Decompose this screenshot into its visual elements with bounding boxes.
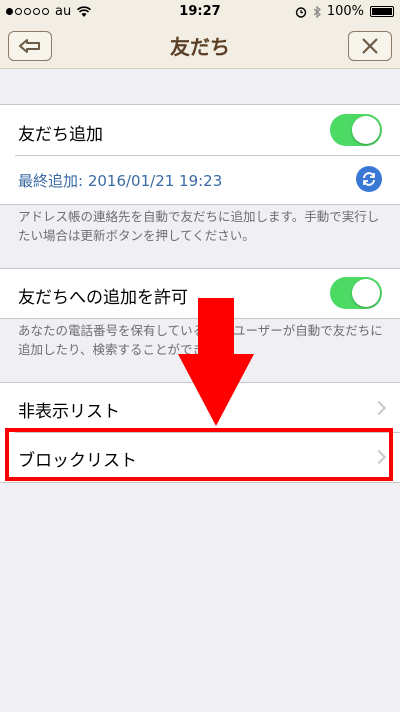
auto-add-label: 友だち追加 bbox=[18, 125, 103, 145]
close-button[interactable] bbox=[348, 31, 392, 61]
annotation-arrow bbox=[178, 298, 254, 426]
battery-percent: 100% bbox=[326, 4, 364, 19]
refresh-button[interactable] bbox=[356, 166, 382, 192]
allow-add-label: 友だちへの追加を許可 bbox=[18, 288, 188, 308]
close-icon bbox=[362, 38, 378, 54]
auto-add-section: 友だち追加 最終追加: 2016/01/21 19:23 bbox=[0, 104, 400, 205]
battery-icon bbox=[370, 6, 394, 17]
toggle-knob bbox=[352, 116, 380, 144]
alarm-icon bbox=[295, 6, 307, 18]
screen: au 19:27 100% 友だち 友だち追加 最終追加: 2016/01/21… bbox=[0, 0, 400, 712]
status-bar: au 19:27 100% bbox=[0, 0, 400, 24]
annotation-highlight-box bbox=[5, 428, 393, 481]
last-added-text: 最終追加: 2016/01/21 19:23 bbox=[18, 172, 223, 190]
navigation-bar: 友だち bbox=[0, 24, 400, 69]
page-title: 友だち bbox=[170, 35, 230, 59]
hidden-list-label: 非表示リスト bbox=[18, 402, 120, 422]
chevron-right-icon bbox=[371, 400, 387, 416]
auto-add-toggle[interactable] bbox=[330, 114, 382, 146]
status-right: 100% bbox=[295, 4, 394, 19]
divider bbox=[15, 155, 400, 156]
refresh-icon bbox=[363, 172, 375, 186]
bluetooth-icon bbox=[313, 5, 321, 18]
toggle-knob bbox=[352, 279, 380, 307]
auto-add-footnote: アドレス帳の連絡先を自動で友だちに追加します。手動で実行したい場合は更新ボタンを… bbox=[18, 209, 380, 243]
allow-add-toggle[interactable] bbox=[330, 277, 382, 309]
